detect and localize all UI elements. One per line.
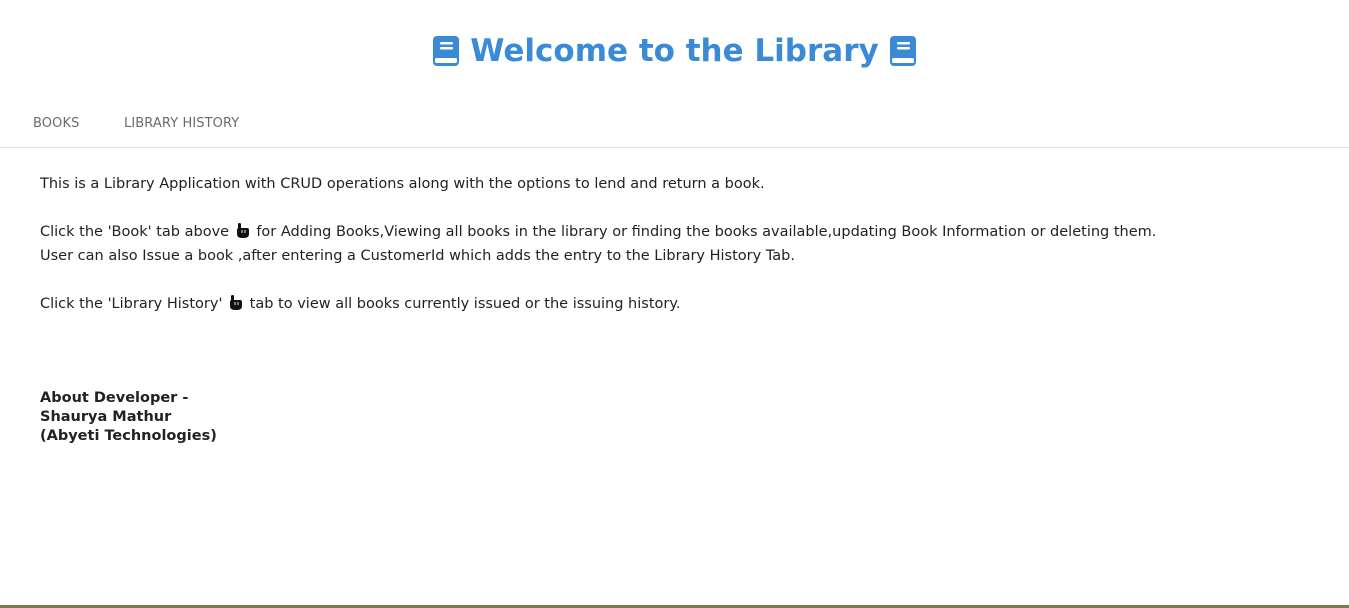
about-developer: About Developer - Shaurya Mathur (Abyeti…: [40, 389, 217, 446]
books-tab-instructions: Click the 'Book' tab above for Adding Bo…: [40, 223, 1157, 240]
intro-line: This is a Library Application with CRUD …: [40, 176, 765, 192]
history-tab-instructions: Click the 'Library History' tab to view …: [40, 295, 681, 312]
blue-book-icon: [432, 35, 460, 67]
developer-company: (Abyeti Technologies): [40, 428, 217, 444]
pointing-down-hand-icon: [230, 295, 243, 310]
tab-bar: Books Library History: [0, 100, 1349, 148]
page-header: Welcome to the Library: [0, 28, 1349, 74]
page-title: Welcome to the Library: [470, 33, 879, 69]
about-heading: About Developer -: [40, 390, 189, 406]
pointing-down-hand-icon: [236, 223, 249, 238]
issue-instructions: User can also Issue a book ,after enteri…: [40, 248, 795, 264]
tab-books[interactable]: Books: [33, 100, 79, 147]
intro-content: This is a Library Application with CRUD …: [40, 172, 1300, 316]
developer-name: Shaurya Mathur: [40, 409, 172, 425]
tab-library-history[interactable]: Library History: [124, 100, 239, 147]
blue-book-icon: [889, 35, 917, 67]
